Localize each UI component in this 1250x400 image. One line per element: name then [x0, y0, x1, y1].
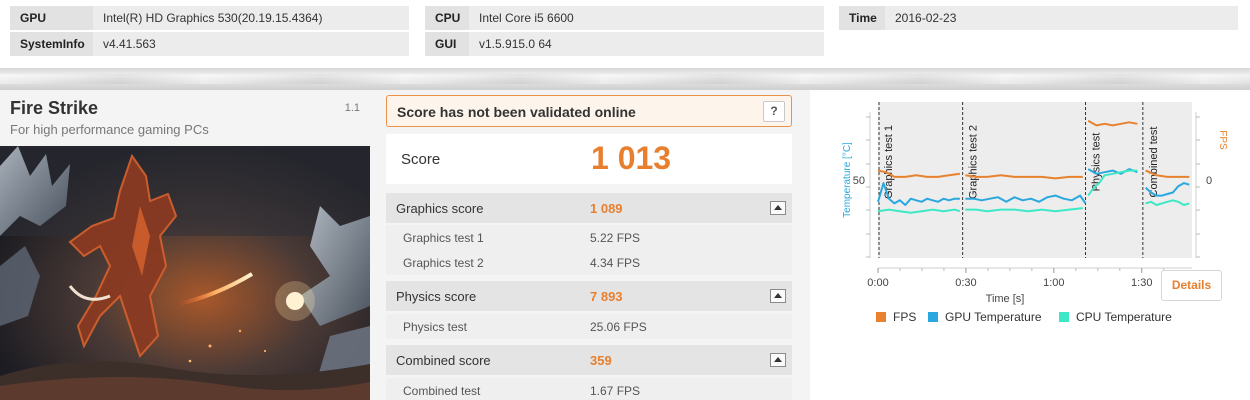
combined-test-row: Combined test 1.67 FPS [386, 378, 792, 400]
score-panel: Score has not been validated online ? Sc… [370, 90, 810, 400]
score-value: 1 013 [591, 140, 672, 176]
legend-gpu-temperature: GPU Temperature [928, 310, 1042, 324]
collapse-physics-button[interactable] [770, 289, 786, 303]
gui-label: GUI [425, 32, 469, 56]
legend-cpu-temperature: CPU Temperature [1059, 310, 1172, 324]
physics-test-row: Physics test 25.06 FPS [386, 314, 792, 339]
legend-gpu-temperature-label: GPU Temperature [945, 310, 1042, 324]
legend-fps-label: FPS [893, 310, 917, 324]
x-axis-title: Time [s] [986, 293, 1025, 305]
physics-test-label: Physics test [403, 320, 468, 334]
x-tick-label-1: 0:30 [955, 277, 976, 289]
physics-score-label: Physics score [396, 289, 477, 304]
gpu-temperature-swatch [928, 312, 938, 322]
legend-fps: FPS [876, 310, 916, 324]
cpu-value: Intel Core i5 6600 [479, 11, 574, 25]
benchmark-version: 1.1 [344, 102, 360, 114]
systeminfo-label: SystemInfo [10, 32, 93, 56]
graphics-test-1-value: 5.22 FPS [590, 231, 641, 245]
graphics-test-1-row: Graphics test 1 5.22 FPS [386, 225, 792, 250]
benchmark-info-panel: Fire Strike For high performance gaming … [0, 90, 370, 400]
legend-cpu-temperature-label: CPU Temperature [1076, 310, 1172, 324]
graphics-test-2-row: Graphics test 2 4.34 FPS [386, 250, 792, 275]
time-value: 2016-02-23 [895, 11, 957, 25]
graphics-score-label: Graphics score [396, 201, 484, 216]
validation-message: Score has not been validated online [397, 104, 636, 120]
combined-score-value: 359 [590, 353, 612, 368]
combined-test-label: Combined test [403, 384, 481, 398]
graphics-test-2-value: 4.34 FPS [590, 256, 641, 270]
gui-value: v1.5.915.0 64 [479, 37, 552, 51]
graphics-test-1-label: Graphics test 1 [403, 231, 484, 245]
collapse-graphics-button[interactable] [770, 201, 786, 215]
systeminfo-info: SystemInfo v4.41.563 [10, 32, 409, 56]
x-tick-label-0: 0:00 [867, 277, 888, 289]
physics-score-header[interactable]: Physics score 7 893 [386, 281, 792, 311]
time-label: Time [839, 6, 885, 30]
cpu-temperature-swatch [1059, 312, 1069, 322]
physics-score-value: 7 893 [590, 289, 623, 304]
right-axis-title: FPS [1217, 130, 1228, 150]
x-tick-label-2: 1:00 [1043, 277, 1064, 289]
graphics-score-header[interactable]: Graphics score 1 089 [386, 193, 792, 223]
physics-test-value: 25.06 FPS [590, 320, 647, 334]
fps-swatch [876, 312, 886, 322]
cpu-info: CPU Intel Core i5 6600 [425, 6, 824, 30]
left-tick-label-0: 50 [853, 175, 865, 187]
gpu-info: GPU Intel(R) HD Graphics 530(20.19.15.43… [10, 6, 409, 30]
x-tick-label-3: 1:30 [1131, 277, 1152, 289]
gpu-value: Intel(R) HD Graphics 530(20.19.15.4364) [103, 11, 323, 25]
cpu-label: CPU [425, 6, 469, 30]
gpu-label: GPU [10, 6, 93, 30]
combined-score-label: Combined score [396, 353, 491, 368]
phase-label-1: Graphics test 2 [968, 125, 980, 199]
chart-plot-area [878, 102, 1192, 258]
system-info-strip: GPU Intel(R) HD Graphics 530(20.19.15.43… [0, 0, 1250, 68]
monitoring-panel: 50 0 Temperature [°C] FPS Graphics test 1 Gra… [810, 90, 1250, 400]
collapse-combined-button[interactable] [770, 353, 786, 367]
combined-score-header[interactable]: Combined score 359 [386, 345, 792, 375]
graphics-score-value: 1 089 [590, 201, 623, 216]
score-label: Score [401, 151, 441, 168]
header-divider-band [0, 68, 1250, 90]
help-button[interactable]: ? [763, 101, 785, 122]
validation-banner: Score has not been validated online ? [386, 95, 792, 127]
combined-test-value: 1.67 FPS [590, 384, 641, 398]
phase-label-3: Combined test [1148, 127, 1160, 198]
right-tick-label-0: 0 [1206, 175, 1212, 187]
benchmark-subtitle: For high performance gaming PCs [10, 122, 209, 137]
time-info: Time 2016-02-23 [839, 6, 1238, 30]
gui-info: GUI v1.5.915.0 64 [425, 32, 824, 56]
benchmark-hero-image [0, 146, 370, 400]
benchmark-title: Fire Strike [10, 98, 99, 118]
overall-score: Score 1 013 [386, 134, 792, 184]
systeminfo-value: v4.41.563 [103, 37, 156, 51]
details-button[interactable]: Details [1161, 270, 1222, 301]
graphics-test-2-label: Graphics test 2 [403, 256, 484, 270]
left-axis-title: Temperature [°C] [842, 142, 853, 218]
